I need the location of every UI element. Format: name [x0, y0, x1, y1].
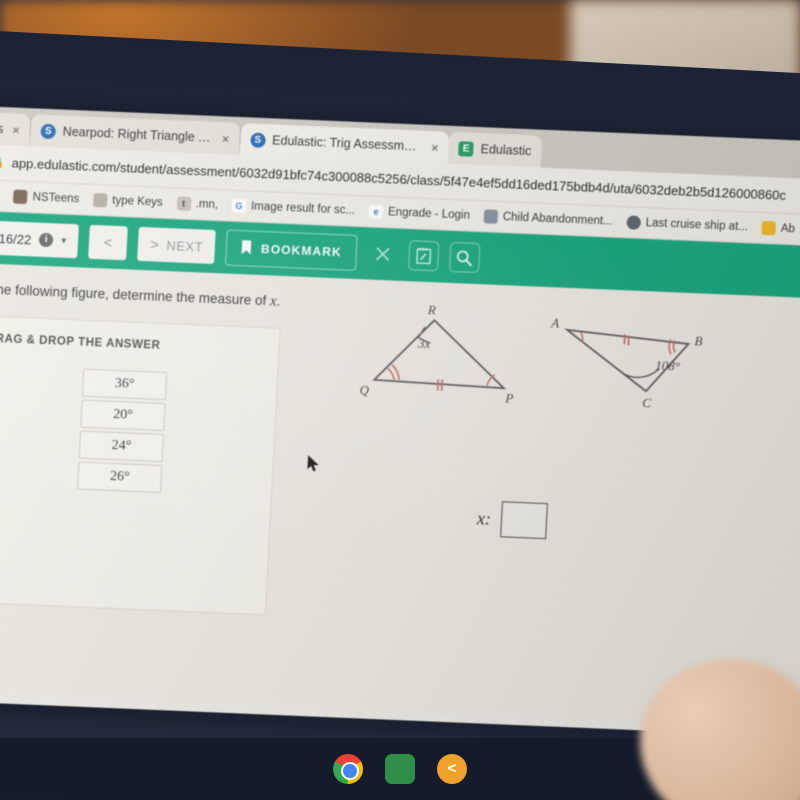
label-Q: Q: [359, 382, 370, 397]
tab-label: Nearpod: Right Triangle Trig | Sc: [62, 124, 214, 145]
angle-label-108: 108°: [655, 358, 680, 374]
angle-label-3x: 3x: [417, 336, 431, 352]
next-arrow-icon: >: [149, 235, 160, 254]
screenshot-root: ity Schools × S Nearpod: Right Triangle …: [0, 0, 800, 800]
tab-close-icon[interactable]: ×: [10, 122, 20, 137]
label-R: R: [427, 302, 437, 317]
figure-labels-svg: R Q P 3x A B C 108°: [359, 302, 703, 410]
prev-arrow-icon: <: [103, 233, 114, 252]
edulastic-app-favicon: E: [458, 140, 475, 157]
answer-row: x:: [476, 500, 548, 540]
choice-option-1[interactable]: 20°: [80, 399, 166, 432]
globe-icon: [626, 215, 642, 230]
bookmark-label: Ab: [780, 222, 796, 236]
edulastic-favicon: S: [249, 131, 266, 148]
orange-app-icon[interactable]: [437, 754, 467, 784]
magnifier-icon[interactable]: [448, 241, 481, 274]
bookmark-button[interactable]: BOOKMARK: [225, 229, 358, 271]
question-counter: Question 16/22 i ▾: [0, 218, 80, 259]
tab-label: ity Schools: [0, 120, 4, 137]
bookmark-mn[interactable]: t .mn,: [176, 196, 218, 212]
green-app-icon[interactable]: [385, 754, 415, 784]
choice-option-2[interactable]: 24°: [78, 430, 165, 463]
label-C: C: [642, 395, 652, 410]
bookmark-label: BOOKMARK: [260, 241, 343, 260]
previous-question-button[interactable]: <: [88, 224, 129, 261]
laptop-screen: ity Schools × S Nearpod: Right Triangle …: [0, 104, 800, 740]
label-A: A: [550, 315, 560, 330]
geometry-figure: R Q P 3x A B C 108° x:: [346, 299, 780, 596]
bookmark-type-keys[interactable]: type Keys: [92, 192, 164, 210]
question-body: Using the following figure, determine th…: [0, 260, 800, 731]
bookmark-label: Child Abandonment...: [502, 211, 614, 228]
bookmark-label: type Keys: [111, 194, 164, 209]
answer-label: x:: [476, 507, 492, 529]
bookmark-ab[interactable]: Ab: [761, 220, 796, 236]
tab-close-icon[interactable]: ×: [429, 139, 439, 155]
bookmark-label: Last cruise ship at...: [645, 217, 749, 234]
info-icon[interactable]: i: [38, 232, 54, 248]
tab-label: Edulastic: [480, 142, 532, 159]
bookmark-child-abandonment[interactable]: Child Abandonment...: [483, 209, 613, 228]
bookmark-icon: [241, 239, 253, 257]
tab-label: Edulastic: Trig Assessment | Sch: [271, 133, 423, 154]
typekeys-icon: [92, 192, 108, 208]
bookmark-engrade[interactable]: e Engrade - Login: [368, 204, 471, 222]
chevron-down-icon[interactable]: ▾: [61, 235, 67, 246]
choice-option-3[interactable]: 26°: [77, 461, 163, 493]
next-label: NEXT: [166, 237, 204, 255]
browser-tab-0[interactable]: ity Schools ×: [0, 110, 31, 147]
folder-icon: [761, 220, 777, 236]
question-counter-label: Question 16/22: [0, 228, 32, 247]
answer-drop-box[interactable]: [500, 501, 548, 540]
prompt-suffix: .: [276, 293, 281, 309]
scales-icon: [483, 209, 499, 224]
next-question-button[interactable]: > NEXT: [137, 226, 216, 265]
choice-list: 36° 20° 24° 26°: [77, 368, 168, 496]
close-icon[interactable]: [367, 238, 399, 269]
chrome-icon[interactable]: [333, 754, 363, 784]
bookmark-label: NSTeens: [32, 191, 80, 206]
tab-close-icon[interactable]: ×: [219, 131, 229, 146]
bookmark-label: Image result for sc...: [250, 200, 356, 217]
bookmark-label: .mn,: [195, 198, 219, 212]
lock-icon: 🔒: [0, 156, 6, 170]
drag-drop-panel: DRAG & DROP THE ANSWER 36° 20° 24° 26°: [0, 314, 281, 616]
drag-drop-title: DRAG & DROP THE ANSWER: [0, 332, 161, 352]
prompt-text: Using the following figure, determine th…: [0, 280, 267, 309]
tab-icon: t: [176, 196, 192, 211]
nsteens-icon: [13, 189, 28, 205]
label-P: P: [504, 390, 514, 405]
question-prompt: Using the following figure, determine th…: [0, 280, 281, 311]
google-icon: G: [231, 198, 247, 214]
mouse-cursor: [306, 454, 321, 479]
bookmark-image-result[interactable]: G Image result for sc...: [231, 198, 356, 218]
label-B: B: [694, 333, 703, 348]
bookmark-label: Engrade - Login: [387, 206, 471, 222]
engrade-icon: e: [368, 204, 384, 220]
calculator-icon[interactable]: [407, 240, 440, 272]
choice-option-0[interactable]: 36°: [81, 368, 168, 401]
bookmark-nsteens[interactable]: NSTeens: [13, 189, 80, 207]
bookmark-last-cruise-ship[interactable]: Last cruise ship at...: [626, 215, 748, 234]
nearpod-favicon: S: [40, 123, 57, 139]
browser-tab-3[interactable]: E Edulastic: [447, 131, 543, 168]
